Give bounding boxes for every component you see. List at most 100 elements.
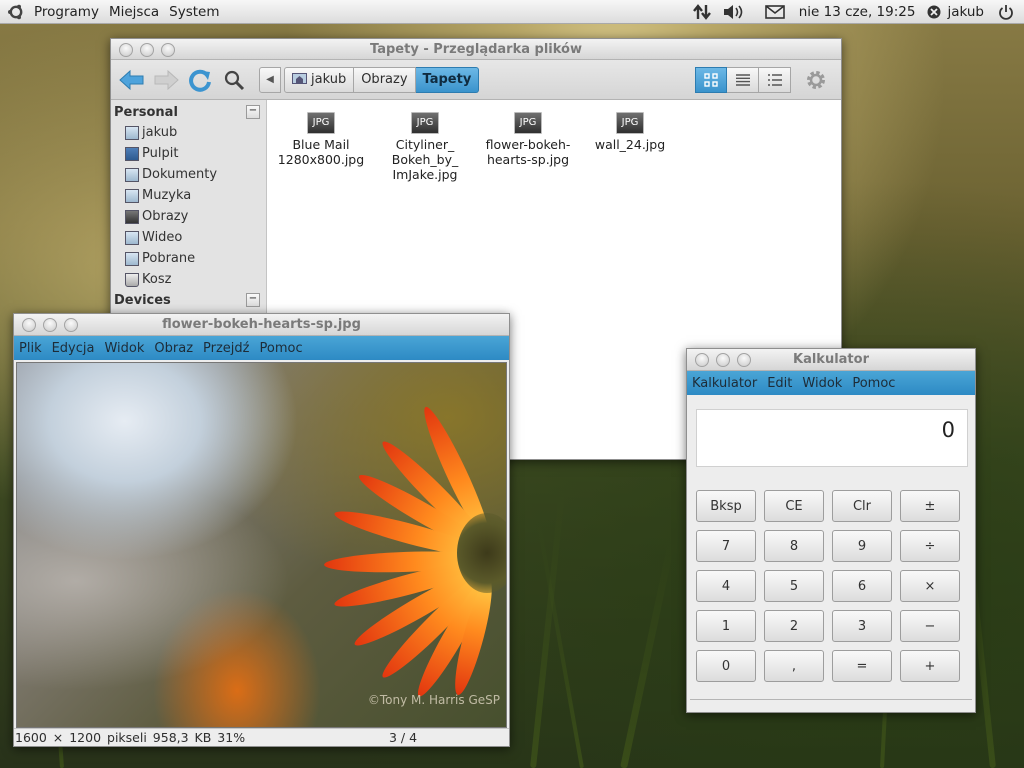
- menu-widok[interactable]: Widok: [99, 341, 149, 356]
- file-name: wall_24.jpg: [594, 137, 666, 152]
- maximize-button[interactable]: [64, 318, 78, 332]
- gear-icon[interactable]: [801, 65, 831, 95]
- calculator-titlebar[interactable]: Kalkulator: [687, 349, 975, 371]
- clock[interactable]: nie 13 cze, 19:25: [793, 4, 922, 20]
- key-equals[interactable]: =: [832, 650, 892, 682]
- photo-canvas[interactable]: ©Tony M. Harris GeSP: [16, 362, 507, 728]
- key-6[interactable]: 6: [832, 570, 892, 602]
- key-divide[interactable]: ÷: [900, 530, 960, 562]
- key-7[interactable]: 7: [696, 530, 756, 562]
- menu-plik[interactable]: Plik: [14, 341, 47, 356]
- network-icon[interactable]: [689, 0, 715, 24]
- sidebar-item-wideo[interactable]: Wideo: [111, 227, 266, 248]
- image-page-counter: 3 / 4: [389, 730, 418, 745]
- key-9[interactable]: 9: [832, 530, 892, 562]
- key-minus[interactable]: −: [900, 610, 960, 642]
- key-0[interactable]: 0: [696, 650, 756, 682]
- calculator-keypad: Bksp CE Clr ± 7 8 9 ÷ 4 5 6 × 1 2 3 − 0 …: [696, 490, 960, 682]
- image-viewer-titlebar[interactable]: flower-bokeh-hearts-sp.jpg: [14, 314, 509, 336]
- menu-edit[interactable]: Edit: [762, 376, 797, 391]
- key-8[interactable]: 8: [764, 530, 824, 562]
- key-4[interactable]: 4: [696, 570, 756, 602]
- maximize-button[interactable]: [737, 353, 751, 367]
- search-icon[interactable]: [219, 65, 249, 95]
- file-item[interactable]: JPG Blue Mail 1280x800.jpg: [271, 112, 371, 167]
- menu-pomoc[interactable]: Pomoc: [847, 376, 900, 391]
- maximize-button[interactable]: [161, 43, 175, 57]
- user-status-icon[interactable]: [925, 0, 943, 24]
- menu-pomoc[interactable]: Pomoc: [255, 341, 308, 356]
- key-clear-entry[interactable]: CE: [764, 490, 824, 522]
- key-decimal[interactable]: ,: [764, 650, 824, 682]
- close-button[interactable]: [119, 43, 133, 57]
- image-viewer-menubar: Plik Edycja Widok Obraz Przejdź Pomoc: [14, 336, 509, 360]
- sidebar-item-obrazy[interactable]: Obrazy: [111, 206, 266, 227]
- menu-widok[interactable]: Widok: [797, 376, 847, 391]
- image-viewer-statusbar: 1600 × 1200 pikseli 958,3 KB 31% 3 / 4: [14, 728, 509, 746]
- sidebar-item-muzyka[interactable]: Muzyka: [111, 185, 266, 206]
- menu-applications[interactable]: Programy: [29, 4, 104, 20]
- key-clear[interactable]: Clr: [832, 490, 892, 522]
- breadcrumb-tapety[interactable]: Tapety: [415, 66, 480, 93]
- file-manager-titlebar[interactable]: Tapety - Przeglądarka plików: [111, 39, 841, 60]
- breadcrumb-jakub[interactable]: jakub: [284, 66, 355, 93]
- minimize-button[interactable]: [140, 43, 154, 57]
- reload-icon[interactable]: [185, 65, 215, 95]
- sidebar-item-label: Muzyka: [142, 188, 192, 203]
- forward-arrow-icon[interactable]: [151, 65, 181, 95]
- key-2[interactable]: 2: [764, 610, 824, 642]
- sidebar-heading: Devices: [114, 292, 171, 308]
- menu-przejdz[interactable]: Przejdź: [198, 341, 254, 356]
- file-item[interactable]: JPG wall_24.jpg: [580, 112, 680, 152]
- calculator-divider: [690, 699, 972, 700]
- sidebar-item-kosz[interactable]: Kosz: [111, 269, 266, 290]
- home-folder-icon: [125, 125, 139, 140]
- list-view-button[interactable]: [727, 66, 759, 93]
- sidebar-item-jakub[interactable]: jakub: [111, 122, 266, 143]
- downloads-folder-icon: [125, 251, 139, 266]
- menu-kalkulator[interactable]: Kalkulator: [687, 376, 762, 391]
- key-1[interactable]: 1: [696, 610, 756, 642]
- sidebar-item-pulpit[interactable]: Pulpit: [111, 143, 266, 164]
- close-button[interactable]: [22, 318, 36, 332]
- minimize-button[interactable]: [716, 353, 730, 367]
- file-item[interactable]: JPG flower-bokeh- hearts-sp.jpg: [478, 112, 578, 167]
- menu-obraz[interactable]: Obraz: [149, 341, 198, 356]
- key-plus[interactable]: +: [900, 650, 960, 682]
- menu-places[interactable]: Miejsca: [104, 4, 164, 20]
- menu-edycja[interactable]: Edycja: [47, 341, 100, 356]
- breadcrumb-label: jakub: [311, 72, 347, 87]
- back-arrow-icon[interactable]: [117, 65, 147, 95]
- view-switcher: [695, 66, 791, 93]
- breadcrumb-obrazy[interactable]: Obrazy: [354, 66, 416, 93]
- sidebar-item-pobrane[interactable]: Pobrane: [111, 248, 266, 269]
- image-viewer-window: flower-bokeh-hearts-sp.jpg Plik Edycja W…: [13, 313, 510, 747]
- calculator-menubar: Kalkulator Edit Widok Pomoc: [687, 371, 975, 395]
- key-plus-minus[interactable]: ±: [900, 490, 960, 522]
- window-title: flower-bokeh-hearts-sp.jpg: [162, 317, 361, 332]
- key-5[interactable]: 5: [764, 570, 824, 602]
- mail-icon[interactable]: [761, 0, 789, 24]
- sidebar-item-dokumenty[interactable]: Dokumenty: [111, 164, 266, 185]
- minimize-button[interactable]: [43, 318, 57, 332]
- user-name[interactable]: jakub: [947, 4, 984, 20]
- icon-view-button[interactable]: [695, 66, 727, 93]
- jpg-file-icon: JPG: [307, 112, 335, 134]
- key-multiply[interactable]: ×: [900, 570, 960, 602]
- power-icon[interactable]: [994, 0, 1018, 24]
- close-button[interactable]: [695, 353, 709, 367]
- file-name: Cityliner_: [395, 137, 455, 152]
- volume-icon[interactable]: [719, 0, 749, 24]
- ubuntu-logo-icon[interactable]: [7, 3, 25, 21]
- file-item[interactable]: JPG Cityliner_ Bokeh_by_ ImJake.jpg: [375, 112, 475, 182]
- trash-icon: [125, 272, 139, 287]
- compact-view-button[interactable]: [759, 66, 791, 93]
- collapse-icon[interactable]: −: [246, 293, 260, 307]
- videos-folder-icon: [125, 230, 139, 245]
- breadcrumb-left-arrow-icon[interactable]: ◀: [259, 66, 281, 93]
- key-3[interactable]: 3: [832, 610, 892, 642]
- menu-system[interactable]: System: [164, 4, 224, 20]
- key-backspace[interactable]: Bksp: [696, 490, 756, 522]
- jpg-file-icon: JPG: [616, 112, 644, 134]
- collapse-icon[interactable]: −: [246, 105, 260, 119]
